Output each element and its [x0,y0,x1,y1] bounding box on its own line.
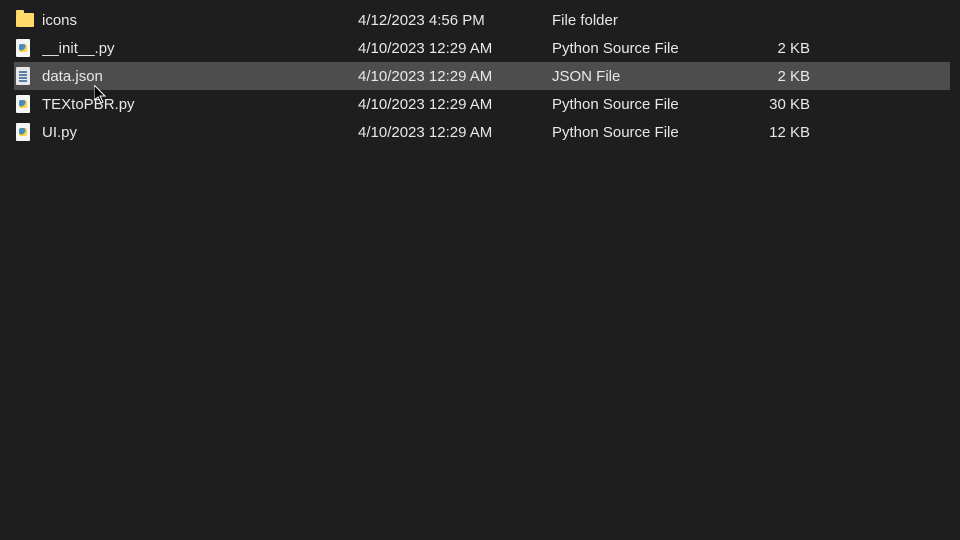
file-row[interactable]: __init__.py 4/10/2023 12:29 AM Python So… [14,34,950,62]
file-type: Python Source File [552,40,732,57]
file-row[interactable]: TEXtoPBR.py 4/10/2023 12:29 AM Python So… [14,90,950,118]
file-list: icons 4/12/2023 4:56 PM File folder __in… [0,0,960,146]
file-size: 2 KB [732,40,810,57]
python-file-icon [14,123,42,141]
file-type: File folder [552,12,732,29]
folder-icon [14,13,42,27]
json-file-icon [14,67,42,85]
file-date: 4/10/2023 12:29 AM [358,96,552,113]
file-size: 30 KB [732,96,810,113]
file-date: 4/10/2023 12:29 AM [358,68,552,85]
file-name: data.json [42,68,358,85]
file-name: UI.py [42,124,358,141]
file-date: 4/10/2023 12:29 AM [358,40,552,57]
file-type: Python Source File [552,124,732,141]
file-type: JSON File [552,68,732,85]
file-row[interactable]: data.json 4/10/2023 12:29 AM JSON File 2… [14,62,950,90]
file-date: 4/12/2023 4:56 PM [358,12,552,29]
python-file-icon [14,39,42,57]
file-date: 4/10/2023 12:29 AM [358,124,552,141]
file-size: 2 KB [732,68,810,85]
file-name: TEXtoPBR.py [42,96,358,113]
file-name: icons [42,12,358,29]
python-file-icon [14,95,42,113]
file-row[interactable]: icons 4/12/2023 4:56 PM File folder [14,6,950,34]
file-row[interactable]: UI.py 4/10/2023 12:29 AM Python Source F… [14,118,950,146]
file-size: 12 KB [732,124,810,141]
file-type: Python Source File [552,96,732,113]
file-name: __init__.py [42,40,358,57]
